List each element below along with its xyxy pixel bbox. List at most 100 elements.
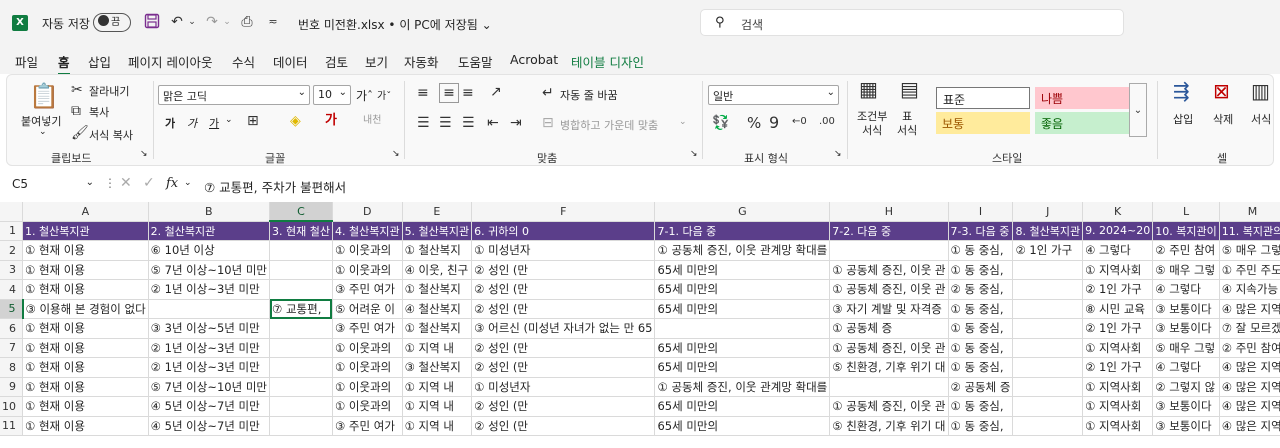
select-all-corner[interactable] <box>0 202 23 222</box>
increase-font-icon[interactable]: 가ˆ <box>356 87 373 104</box>
cell[interactable]: ⑥ 10년 이상 <box>148 240 271 261</box>
row-header[interactable]: 4 <box>0 279 23 300</box>
cell[interactable]: ① 현재 이용 <box>22 377 149 397</box>
wrap-text-icon[interactable]: ↵ <box>542 85 554 101</box>
tab-acrobat[interactable]: Acrobat <box>510 52 558 67</box>
cell[interactable] <box>1012 396 1084 417</box>
column-header-i[interactable]: I <box>948 202 1014 222</box>
cell[interactable]: ① 이웃과의 <box>332 396 403 417</box>
style-good[interactable]: 좋음 <box>1035 112 1129 134</box>
align-bottom-icon[interactable]: ≡ <box>462 85 474 101</box>
format-painter-button[interactable]: 서식 복사 <box>89 127 133 143</box>
tab-data[interactable]: 데이터 <box>273 52 308 71</box>
decrease-decimal-icon[interactable]: .00 <box>819 114 835 130</box>
cell[interactable]: ③ 어르신 (미성년 자녀가 없는 만 65 <box>471 318 656 339</box>
autosave-toggle[interactable]: 끔 <box>93 13 131 32</box>
cell[interactable]: 5. 철산복지관 <box>402 221 473 241</box>
cell[interactable]: ① 지역사회 <box>1082 377 1154 397</box>
cell[interactable]: ② 1인 가구 <box>1082 279 1154 300</box>
cell[interactable]: ① 지역사회 <box>1082 416 1154 436</box>
cell[interactable]: ② 동 중심, <box>948 279 1014 300</box>
cell[interactable] <box>269 377 333 397</box>
cell[interactable]: 65세 미만의 <box>654 299 831 319</box>
cell[interactable]: ③ 보통이다 <box>1152 416 1220 436</box>
column-header-k[interactable]: K <box>1082 202 1154 222</box>
search-box[interactable]: ⚲ 검색 <box>700 9 1124 36</box>
delete-cells-button[interactable]: 삭제 <box>1213 111 1233 127</box>
font-launcher-icon[interactable]: ↘ <box>392 149 400 159</box>
cell[interactable] <box>269 338 333 358</box>
tab-formulas[interactable]: 수식 <box>232 52 255 71</box>
cell[interactable]: ⑤ 매우 그렇 <box>1152 338 1220 358</box>
cell[interactable]: ① 동 중심, <box>948 240 1014 261</box>
cell[interactable]: ① 동 중심, <box>948 299 1014 319</box>
cell[interactable]: ① 이웃과의 <box>332 240 403 261</box>
cell[interactable]: ③ 3년 이상~5년 미만 <box>148 318 271 339</box>
decrease-indent-icon[interactable]: ⇤ <box>487 115 499 131</box>
redo-dropdown-icon[interactable]: ⌄ <box>218 13 236 31</box>
cell[interactable]: ③ 주민 여가 <box>332 279 403 300</box>
clipboard-launcher-icon[interactable]: ↘ <box>140 149 148 159</box>
font-color-icon[interactable]: 가 <box>325 113 337 129</box>
cell[interactable]: ② 성인 (만 <box>471 299 656 319</box>
column-header-f[interactable]: F <box>471 202 656 222</box>
cell[interactable]: ① 동 중심, <box>948 396 1014 417</box>
cell[interactable]: 8. 철산복지관 <box>1012 221 1084 241</box>
cell[interactable]: ① 지역 내 <box>402 416 473 436</box>
format-as-table-icon[interactable]: ▤ <box>900 79 919 99</box>
orientation-icon[interactable]: ↗ <box>490 84 502 100</box>
decrease-font-icon[interactable]: 가ˇ <box>377 87 391 102</box>
cell[interactable]: ② 1년 이상~3년 미만 <box>148 357 271 378</box>
cell[interactable]: ① 동 중심, <box>948 338 1014 358</box>
paste-icon[interactable]: 📋 <box>29 81 59 111</box>
cell[interactable]: 11. 복지관의 <box>1219 221 1280 241</box>
cell[interactable]: ② 성인 (만 <box>471 279 656 300</box>
wrap-text-button[interactable]: 자동 줄 바꿈 <box>560 87 618 103</box>
tab-review[interactable]: 검토 <box>325 52 348 71</box>
cell[interactable]: 7-2. 다음 중 <box>829 221 949 241</box>
cell[interactable]: ① 철산복지 <box>402 318 473 339</box>
cell[interactable]: ① 현재 이용 <box>22 396 149 417</box>
cell[interactable]: ④ 그렇다 <box>1152 357 1220 378</box>
column-header-h[interactable]: H <box>829 202 949 222</box>
cell[interactable]: ③ 이용해 본 경험이 없다 <box>22 299 149 319</box>
cell[interactable]: ② 그렇지 않 <box>1152 377 1220 397</box>
cell[interactable]: 6. 귀하의 0 <box>471 221 656 241</box>
cell[interactable]: ⑦ 교통편, <box>269 299 333 319</box>
cell[interactable]: ② 성인 (만 <box>471 396 656 417</box>
cell[interactable] <box>269 279 333 300</box>
format-painter-icon[interactable]: 🖌 <box>71 125 89 141</box>
cell[interactable]: ④ 그렇다 <box>1152 279 1220 300</box>
cell[interactable]: ④ 그렇다 <box>1082 240 1154 261</box>
cell[interactable]: ① 공동체 증진, 이웃 관 <box>829 396 949 417</box>
align-middle-icon[interactable]: ≡ <box>439 83 459 103</box>
cut-button[interactable]: 잘라내기 <box>89 83 129 99</box>
increase-decimal-icon[interactable]: ←0 <box>792 114 807 130</box>
cell[interactable]: ④ 5년 이상~7년 미만 <box>148 396 271 417</box>
cell[interactable]: ① 지역사회 <box>1082 396 1154 417</box>
cell[interactable]: 7-1. 다음 중 <box>654 221 831 241</box>
cell[interactable]: ② 1년 이상~3년 미만 <box>148 279 271 300</box>
cell[interactable]: ② 성인 (만 <box>471 338 656 358</box>
borders-icon[interactable]: ⊞ <box>247 113 259 129</box>
alignment-launcher-icon[interactable]: ↘ <box>690 149 698 159</box>
cell[interactable]: 65세 미만의 <box>654 416 831 436</box>
cell[interactable] <box>1012 338 1084 358</box>
cell[interactable]: ⑤ 7년 이상~10년 미만 <box>148 377 271 397</box>
align-right-icon[interactable]: ☰ <box>462 115 475 131</box>
cell[interactable]: 65세 미만의 <box>654 357 831 378</box>
confirm-entry-icon[interactable]: ✓ <box>143 175 155 191</box>
cell[interactable] <box>269 240 333 261</box>
cell[interactable]: ⑤ 어려운 이 <box>332 299 403 319</box>
accounting-format-icon[interactable]: 💱 <box>712 115 729 131</box>
cell[interactable]: 65세 미만의 <box>654 260 831 280</box>
cell[interactable]: ① 이웃과의 <box>332 260 403 280</box>
cell[interactable]: 9. 2024~20 <box>1082 221 1154 241</box>
cell[interactable]: ① 공동체 증진, 이웃 관 <box>829 260 949 280</box>
cell[interactable]: ④ 많은 지역 <box>1219 396 1280 417</box>
cell[interactable]: ③ 보통이다 <box>1152 396 1220 417</box>
copy-button[interactable]: 복사 <box>89 104 109 120</box>
cell[interactable]: ② 성인 (만 <box>471 416 656 436</box>
cell[interactable]: ④ 많은 지역 <box>1219 357 1280 378</box>
cell[interactable]: ① 공동체 증진, 이웃 관 <box>829 338 949 358</box>
